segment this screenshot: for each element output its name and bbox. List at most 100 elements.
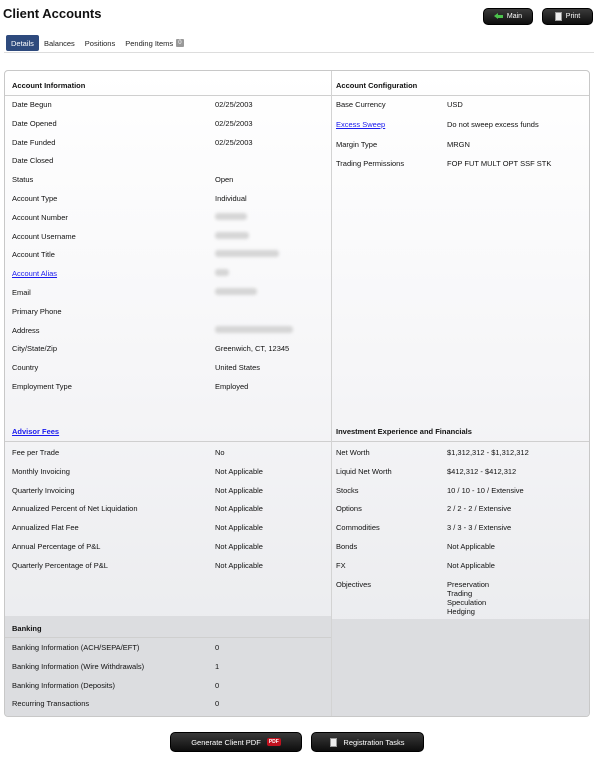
info-row-base-currency: Base Currency USD [336,95,589,114]
row-value: 2 / 2 - 2 / Extensive [447,504,512,514]
row-value: Not Applicable [447,542,495,551]
tab-details[interactable]: Details [6,35,39,51]
redacted-value-mask [215,269,229,277]
info-row-employment-type: Employment Type Employed [12,377,330,396]
row-value: Individual [215,194,247,203]
row-value: $1,312,312 - $1,312,312 [447,448,529,457]
info-row-net-worth: Net Worth $1,312,312 - $1,312,312 [336,443,589,462]
row-label: Account Username [12,231,76,241]
info-row-date-closed: Date Closed [12,151,330,170]
row-label: Banking Information (ACH/SEPA/EFT) [12,643,140,652]
row-label: Base Currency [336,100,386,109]
info-row-excess-sweep: Excess Sweep Do not sweep excess funds [336,115,589,134]
info-row-annualized-flat-fee: Annualized Flat Fee Not Applicable [12,518,330,537]
row-value: Not Applicable [215,542,263,551]
redacted-value [215,325,293,335]
main-button[interactable]: Main [483,8,533,25]
row-label: Account Number [12,212,68,222]
info-row-country: Country United States [12,358,330,377]
row-label: Quarterly Percentage of P&L [12,560,108,570]
redacted-value-mask [215,250,279,258]
advisor-fees-heading[interactable]: Advisor Fees [12,427,59,436]
redacted-value [215,212,247,222]
info-row-address: Address [12,321,330,340]
tab-positions[interactable]: Positions [80,35,120,51]
row-label: Stocks [336,485,359,495]
row-label: Date Closed [12,156,54,166]
row-value: 02/25/2003 [215,100,253,109]
row-value: Not Applicable [215,466,263,476]
row-value: MRGN [447,139,470,149]
registration-tasks-button[interactable]: Registration Tasks [311,732,424,752]
advisor-fees-link[interactable]: Advisor Fees [12,427,59,436]
row-label: Account Type [12,194,58,203]
section-divider [332,441,589,442]
redacted-value-mask [215,231,249,239]
row-label: Email [12,288,31,297]
row-label: Employment Type [12,382,72,391]
info-row-date-opened: Date Opened 02/25/2003 [12,114,330,133]
info-row-date-funded: Date Funded 02/25/2003 [12,133,330,152]
info-row-margin-type: Margin Type MRGN [336,135,589,154]
info-row-recurring-transactions: Recurring Transactions 0 [12,694,330,713]
pdf-icon: PDF [266,738,281,746]
row-value: 1 [215,661,220,671]
tab-pending-items[interactable]: Pending Items 0 [120,35,188,51]
info-row-commodities: Commodities 3 / 3 - 3 / Extensive [336,518,589,537]
row-value: 02/25/2003 [215,137,253,147]
print-button[interactable]: Print [542,8,593,25]
row-label: Monthly Invoicing [12,466,70,476]
info-row-status: Status Open [12,170,330,189]
row-value: United States [215,363,261,373]
row-label: Annualized Percent of Net Liquidation [12,504,138,514]
info-row-account-title: Account Title [12,245,330,264]
info-row-fx: FX Not Applicable [336,556,589,575]
generate-client-pdf-button[interactable]: Generate Client PDF PDF [170,732,302,752]
objective-item: Trading [447,589,473,598]
row-label: Banking Information (Deposits) [12,680,115,690]
objective-item: Speculation [447,598,487,607]
redacted-value-mask [215,325,293,333]
account-alias-link[interactable]: Account Alias [12,269,57,278]
row-label: Options [336,504,362,514]
row-value: Do not sweep excess funds [447,119,539,129]
tab-pending-items-label: Pending Items [125,38,174,48]
row-label: Quarterly Invoicing [12,485,75,495]
redacted-value [215,231,249,241]
info-row-trading-permissions: Trading Permissions FOP FUT MULT OPT SSF … [336,154,589,173]
row-label: Address [12,325,40,335]
row-value: USD [447,100,463,109]
row-label: Status [12,175,34,185]
row-value: 3 / 3 - 3 / Extensive [447,523,512,533]
redacted-value [215,250,279,259]
row-label: Commodities [336,523,380,533]
redacted-value-mask [215,212,247,220]
banking-heading: Banking [12,624,42,633]
row-value: 0 [215,643,220,652]
info-row-annualized-percent-of-net-liquidation: Annualized Percent of Net Liquidation Not… [12,499,330,518]
row-label: Primary Phone [12,306,62,316]
excess-sweep-link[interactable]: Excess Sweep [336,120,385,129]
redacted-value [215,288,257,297]
row-value: Not Applicable [215,504,263,514]
info-row-banking-information-deposits: Banking Information (Deposits) 0 [12,676,330,695]
section-divider [5,441,331,442]
info-row-options: Options 2 / 2 - 2 / Extensive [336,499,589,518]
row-label: Objectives [336,580,372,589]
document-icon [554,12,562,21]
info-row-city-state-zip: City/State/Zip Greenwich, CT, 12345 [12,339,330,358]
row-label: City/State/Zip [12,344,58,354]
info-row-fee-per-trade: Fee per Trade No [12,443,330,462]
objectives-list: Preservation Trading Speculation Hedging [447,580,489,616]
row-value: Not Applicable [215,523,263,533]
row-value: 0 [215,680,220,690]
print-button-label: Print [565,13,581,20]
row-label: Margin Type [336,139,378,149]
row-value: FOP FUT MULT OPT SSF STK [447,159,552,169]
tab-balances[interactable]: Balances [39,35,80,51]
tab-bar: Details Balances Positions Pending Items… [6,35,189,51]
row-value: Not Applicable [447,560,495,570]
objective-item: Hedging [447,607,475,616]
row-value: Not Applicable [215,560,263,570]
tab-divider [4,52,594,53]
